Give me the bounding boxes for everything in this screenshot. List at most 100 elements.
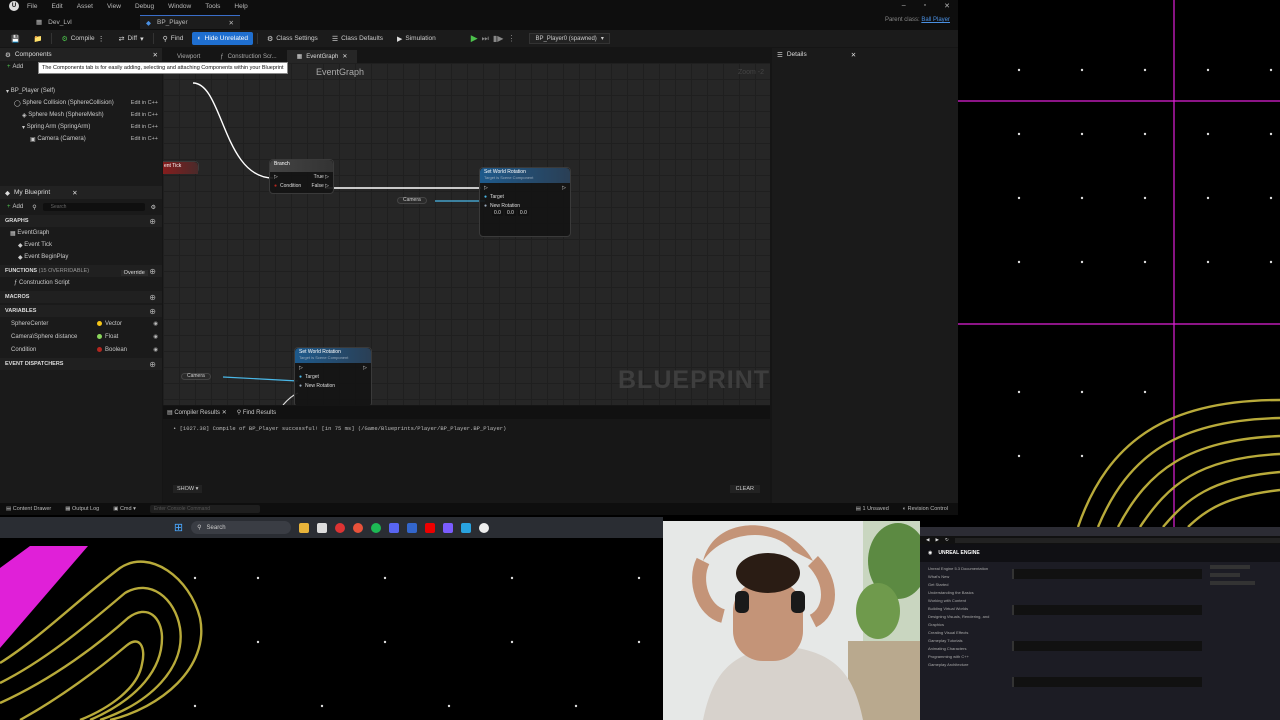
branch-condition-pin[interactable]: ● Condition False ▷ <box>270 181 333 190</box>
edit-in-cpp-link[interactable]: Edit in C++ <box>131 136 158 142</box>
simulation-button[interactable]: ▶ Simulation <box>392 32 441 45</box>
graph-item-eventgraph[interactable]: ▦ EventGraph <box>0 227 162 239</box>
docs-sidebar-item[interactable]: Unreal Engine 5.3 Documentation <box>928 565 1006 573</box>
docs-sidebar-item[interactable]: Programming with C++ <box>928 653 1006 661</box>
tab-find-results[interactable]: ⚲ Find Results <box>237 409 276 416</box>
variable-item[interactable]: Condition Boolean ◉ <box>0 343 162 356</box>
stop-icon[interactable]: ▮▶ <box>493 34 504 43</box>
menu-window[interactable]: Window <box>168 3 191 10</box>
taskbar-search[interactable]: ⚲ Search <box>191 521 292 534</box>
cmd-dropdown[interactable]: ▣ Cmd ▾ <box>113 506 136 512</box>
class-settings-button[interactable]: ⚙ Class Settings <box>262 32 323 45</box>
rotation-z-input[interactable]: 0.0 <box>517 210 529 216</box>
telegram-icon[interactable] <box>461 522 472 533</box>
unsaved-indicator[interactable]: ▤ 1 Unsaved <box>856 506 889 512</box>
docs-sidebar-item[interactable]: Creating Visual Effects <box>928 629 1006 637</box>
edit-in-cpp-link[interactable]: Edit in C++ <box>131 112 158 118</box>
rotation-x-input[interactable]: 0.0 <box>492 210 503 216</box>
reload-icon[interactable]: ↻ <box>945 537 949 543</box>
target-pin[interactable]: ● Target <box>295 372 371 381</box>
docs-sidebar-item[interactable]: Gameplay Architecture <box>928 661 1006 669</box>
menu-file[interactable]: File <box>27 3 37 10</box>
gear-icon[interactable]: ⚙ <box>151 204 156 211</box>
variable-item[interactable]: Camera\Sphere distance Float ◉ <box>0 330 162 343</box>
close-tab-icon[interactable]: ✕ <box>229 19 234 27</box>
maximize-icon[interactable]: ▫ <box>924 2 926 10</box>
component-item[interactable]: ◈ Sphere Mesh (SphereMesh) Edit in C++ <box>0 109 162 121</box>
nav-back-icon[interactable]: ◀ <box>926 537 929 543</box>
hide-unrelated-button[interactable]: ◐ Hide Unrelated <box>192 32 253 45</box>
save-icon[interactable]: 💾 <box>6 32 25 45</box>
edit-in-cpp-link[interactable]: Edit in C++ <box>131 100 158 106</box>
rotation-y-input[interactable]: 0.0 <box>504 210 516 216</box>
unreal-logo-icon[interactable]: U <box>9 1 19 11</box>
content-drawer-button[interactable]: ▤ Content Drawer <box>6 506 51 512</box>
component-item[interactable]: ▣ Camera (Camera) Edit in C++ <box>0 133 162 145</box>
tab-bp-player[interactable]: ◆ BP_Player ✕ <box>140 15 240 29</box>
component-item[interactable]: ◯ Sphere Collision (SphereCollision) Edi… <box>0 97 162 109</box>
docs-sidebar-item[interactable]: Working with Content <box>928 597 1006 605</box>
minimize-icon[interactable]: – <box>902 2 906 10</box>
functions-section[interactable]: FUNCTIONS (15 OVERRIDABLE) Override ⊕ <box>0 265 162 277</box>
diff-button[interactable]: ⇄ Diff ▾ <box>114 32 149 45</box>
override-dropdown[interactable]: Override <box>120 269 148 276</box>
exec-pin[interactable]: ▷ ▷ <box>295 363 371 372</box>
event-tick-node[interactable]: ent Tick <box>163 161 199 174</box>
output-log-button[interactable]: ▦ Output Log <box>65 506 99 512</box>
docs-sidebar-item[interactable]: Animating Characters <box>928 645 1006 653</box>
event-dispatchers-section[interactable]: EVENT DISPATCHERS ⊕ <box>0 358 162 370</box>
variables-section[interactable]: VARIABLES ⊕ <box>0 305 162 317</box>
variable-type[interactable]: Boolean <box>97 347 127 353</box>
nav-forward-icon[interactable]: ▶ <box>935 537 938 543</box>
visibility-eye-icon[interactable]: ◉ <box>153 347 158 353</box>
docs-sidebar-item[interactable]: What's New <box>928 573 1006 581</box>
docs-sidebar-item[interactable]: Building Virtual Worlds <box>928 605 1006 613</box>
component-root[interactable]: ▾ BP_Player (Self) <box>0 85 162 97</box>
discord-icon[interactable] <box>389 522 400 533</box>
variable-item[interactable]: SphereCenter Vector ◉ <box>0 317 162 330</box>
menu-edit[interactable]: Edit <box>51 3 62 10</box>
add-graph-icon[interactable]: ⊕ <box>149 217 156 226</box>
function-item-construction[interactable]: ƒ Construction Script <box>0 277 162 289</box>
docs-sidebar-item[interactable]: Designing Visuals, Rendering, and Graphi… <box>928 613 1006 629</box>
close-icon[interactable]: ✕ <box>944 2 950 10</box>
event-graph-canvas[interactable]: EventGraph Zoom -2 ent Tick Branch ▷ True… <box>163 63 770 405</box>
parent-class-link[interactable]: Ball Player <box>921 17 950 23</box>
edit-in-cpp-link[interactable]: Edit in C++ <box>131 124 158 130</box>
close-icon[interactable]: ✕ <box>851 51 856 59</box>
camera-getter-node[interactable]: Camera <box>181 373 211 380</box>
find-button[interactable]: ⚲ Find <box>158 32 189 45</box>
menu-view[interactable]: View <box>107 3 121 10</box>
new-rotation-pin[interactable]: ● New Rotation <box>480 201 570 210</box>
chrome-icon[interactable] <box>353 522 364 533</box>
menu-asset[interactable]: Asset <box>77 3 93 10</box>
menu-debug[interactable]: Debug <box>135 3 154 10</box>
add-member-button[interactable]: + Add <box>4 204 26 210</box>
component-item[interactable]: ▾ Spring Arm (SpringArm) Edit in C++ <box>0 121 162 133</box>
store-icon[interactable] <box>317 522 328 533</box>
clear-button[interactable]: CLEAR <box>729 485 760 493</box>
target-pin[interactable]: ● Target <box>480 192 570 201</box>
add-dispatcher-icon[interactable]: ⊕ <box>149 360 156 369</box>
docs-sidebar-item[interactable]: Get Started <box>928 581 1006 589</box>
set-world-rotation-node-2[interactable]: Set World Rotation Target is Scene Compo… <box>294 347 372 405</box>
compile-button[interactable]: ⚙ Compile ⋮ <box>56 32 109 45</box>
camera-getter-node[interactable]: Camera <box>397 197 427 204</box>
docs-sidebar-item[interactable]: Understanding the Basics <box>928 589 1006 597</box>
macros-section[interactable]: MACROS ⊕ <box>0 291 162 303</box>
close-tab-icon[interactable]: ✕ <box>342 53 347 60</box>
visual-studio-icon[interactable] <box>443 522 454 533</box>
menu-tools[interactable]: Tools <box>205 3 220 10</box>
close-icon[interactable]: ✕ <box>153 51 158 59</box>
tab-dev-lvl[interactable]: ▦ Dev_Lvl <box>30 15 78 29</box>
debug-object-dropdown[interactable]: BP_Player0 (spawned) ▾ <box>529 33 610 44</box>
add-function-icon[interactable]: ⊕ <box>149 267 156 276</box>
spotify-icon[interactable] <box>371 522 382 533</box>
unreal-taskbar-icon[interactable] <box>479 522 490 533</box>
menu-help[interactable]: Help <box>234 3 247 10</box>
browse-icon[interactable]: 📁 <box>29 32 48 45</box>
components-tab[interactable]: ⚙ Components ✕ <box>0 48 162 61</box>
close-icon[interactable]: ✕ <box>72 189 77 197</box>
search-input[interactable]: Search <box>42 203 145 211</box>
show-dropdown[interactable]: SHOW ▾ <box>173 485 203 493</box>
